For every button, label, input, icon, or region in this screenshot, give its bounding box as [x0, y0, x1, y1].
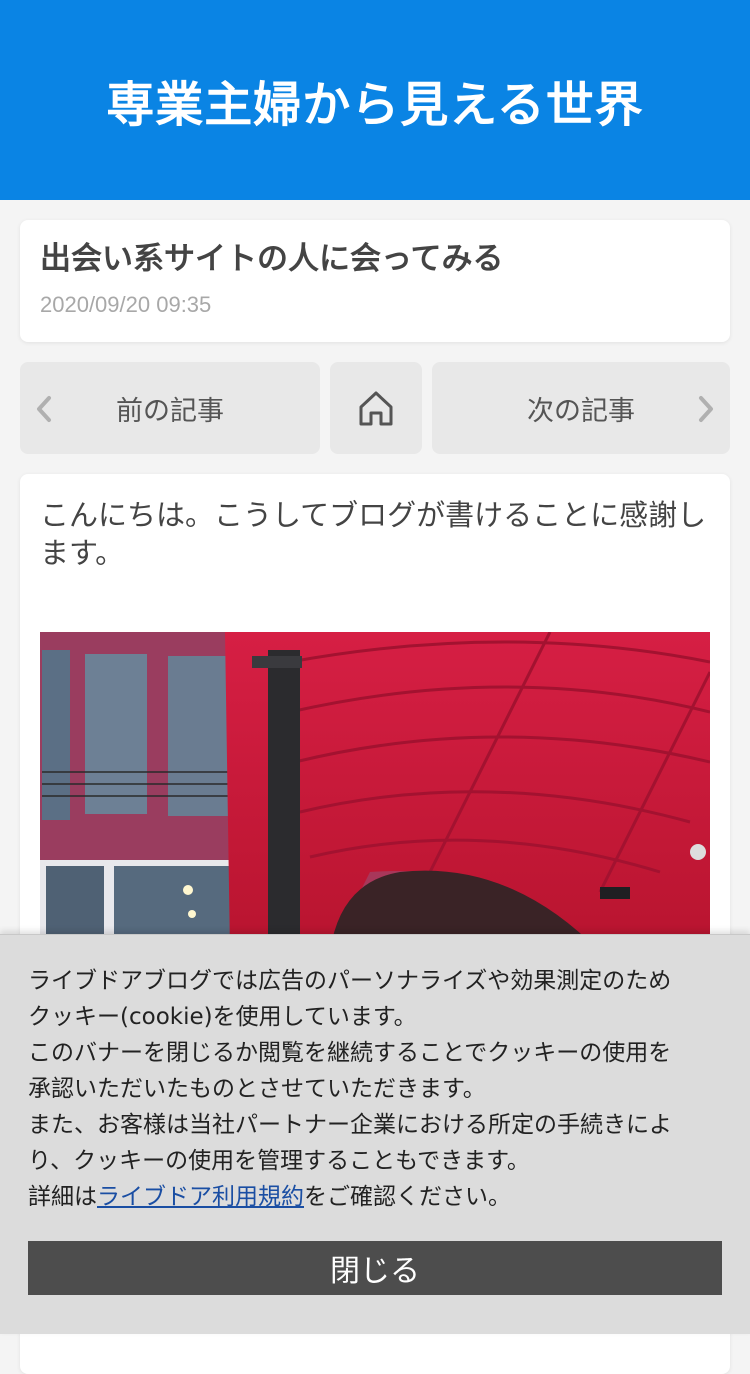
post-title-card: 出会い系サイトの人に会ってみる 2020/09/20 09:35	[20, 220, 730, 342]
home-icon	[359, 391, 393, 426]
close-banner-button[interactable]: 閉じる	[28, 1241, 722, 1295]
prev-article-button[interactable]: 前の記事	[20, 362, 320, 454]
cookie-line-5: また、お客様は当社パートナー企業における所定の手続きによ	[28, 1112, 672, 1138]
cookie-notice-text: ライブドアブログでは広告のパーソナライズや効果測定のため クッキー(cookie…	[28, 963, 722, 1215]
cookie-line-1: ライブドアブログでは広告のパーソナライズや効果測定のため	[28, 968, 672, 994]
cookie-consent-banner: ライブドアブログでは広告のパーソナライズや効果測定のため クッキー(cookie…	[0, 934, 750, 1334]
article-intro-text: こんにちは。こうしてブログが書けることに感謝します。	[40, 498, 707, 570]
article-photo[interactable]	[40, 632, 710, 952]
post-date: 2020/09/20 09:35	[40, 292, 212, 317]
terms-of-use-link[interactable]: ライブドア利用規約	[97, 1184, 304, 1210]
cookie-line-6: り、クッキーの使用を管理することもできます。	[28, 1148, 530, 1174]
next-article-label: 次の記事	[527, 395, 635, 427]
cookie-detail-prefix: 詳細は	[28, 1184, 97, 1210]
cookie-line-3: このバナーを閉じるか閲覧を継続することでクッキーの使用を	[28, 1040, 672, 1066]
chevron-right-icon	[699, 396, 713, 422]
prev-article-label: 前の記事	[116, 395, 224, 427]
blog-title[interactable]: 専業主婦から見える世界	[106, 65, 644, 135]
post-title: 出会い系サイトの人に会ってみる	[40, 241, 504, 277]
cookie-line-2: クッキー(cookie)を使用しています。	[28, 1004, 417, 1030]
blog-header: 専業主婦から見える世界	[0, 0, 750, 200]
cookie-line-4: 承認いただいたものとさせていただきます。	[28, 1076, 486, 1102]
chevron-left-icon	[37, 396, 51, 422]
next-article-button[interactable]: 次の記事	[432, 362, 730, 454]
cookie-detail-suffix: をご確認ください。	[304, 1184, 511, 1210]
home-button[interactable]	[330, 362, 422, 454]
